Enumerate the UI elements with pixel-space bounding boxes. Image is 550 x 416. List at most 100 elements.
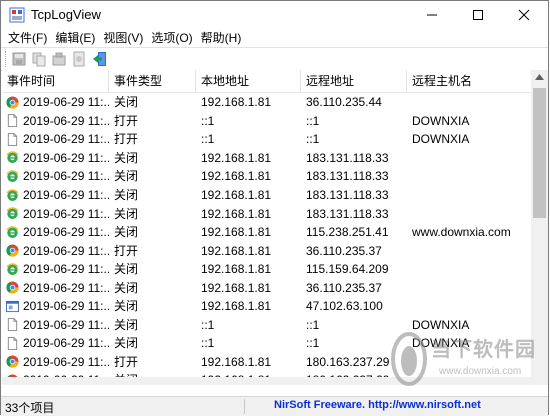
cell-event-type: 关闭 bbox=[114, 169, 139, 184]
cell-event-type: 打开 bbox=[114, 113, 139, 128]
cell-local-address: ::1 bbox=[201, 132, 215, 147]
table-row[interactable]: 2019-06-29 11:... 打开 192.168.1.81 36.110.23… bbox=[2, 241, 535, 260]
minimize-button[interactable] bbox=[409, 1, 455, 29]
cell-remote-address: 115.159.64.209 bbox=[306, 262, 389, 277]
tcplogview-app-icon bbox=[9, 7, 25, 23]
table-row[interactable]: 2019-06-29 11:... 关闭 192.168.1.81 183.131.1… bbox=[2, 204, 535, 223]
cell-local-address: 192.168.1.81 bbox=[201, 150, 272, 165]
event-time-text: 2019-06-29 11:... bbox=[23, 317, 109, 332]
table-row[interactable]: 2019-06-29 11:... 关闭 192.168.1.81 36.110.23… bbox=[2, 278, 535, 297]
cell-remote-address: ::1 bbox=[306, 132, 320, 147]
event-time-text: 2019-06-29 11:... bbox=[23, 95, 109, 110]
cell-remote-address: 183.131.118.33 bbox=[306, 169, 389, 184]
maximize-icon bbox=[473, 10, 483, 20]
menu-edit[interactable]: 编辑(E) bbox=[51, 29, 99, 47]
menu-file[interactable]: 文件(F) bbox=[4, 29, 51, 47]
cell-local-address: 192.168.1.81 bbox=[201, 354, 272, 369]
table-row[interactable]: 2019-06-29 11:... 关闭 192.168.1.81 183.131.1… bbox=[2, 167, 535, 186]
table-row[interactable]: 2019-06-29 11:... 关闭 192.168.1.81 183.131.1… bbox=[2, 149, 535, 168]
cell-event-type: 关闭 bbox=[114, 225, 139, 240]
event-time-text: 2019-06-29 11:... bbox=[23, 188, 109, 202]
status-divider bbox=[244, 399, 245, 414]
menu-view[interactable]: 视图(V) bbox=[99, 29, 147, 47]
watermark-text: 当下软件园 bbox=[431, 339, 536, 361]
toolbar bbox=[1, 47, 548, 71]
column-header-event-type[interactable]: 事件类型 bbox=[109, 70, 196, 92]
cell-event-type: 关闭 bbox=[114, 299, 139, 314]
event-time-text: 2019-06-29 11:... bbox=[23, 280, 109, 295]
cell-local-address: 192.168.1.81 bbox=[201, 206, 272, 221]
vertical-scroll-thumb[interactable] bbox=[533, 88, 546, 218]
maximize-button[interactable] bbox=[455, 1, 501, 29]
column-header-remote-address[interactable]: 远程地址 bbox=[301, 70, 407, 92]
event-time-text: 2019-06-29 11:... bbox=[23, 354, 109, 369]
table-row[interactable]: 2019-06-29 11:... 关闭 192.168.1.81 183.131.1… bbox=[2, 186, 535, 205]
event-time-text: 2019-06-29 11:... bbox=[23, 336, 109, 351]
cell-event-time: 2019-06-29 11:... bbox=[2, 205, 109, 223]
cell-event-time: 2019-06-29 11:... bbox=[2, 167, 109, 185]
event-time-text: 2019-06-29 11:... bbox=[23, 206, 109, 221]
cell-event-time: 2019-06-29 11:... bbox=[2, 93, 109, 111]
table-row[interactable]: 2019-06-29 11:... 关闭 192.168.1.81 115.238.2… bbox=[2, 223, 535, 242]
column-header-local-address[interactable]: 本地地址 bbox=[196, 70, 301, 92]
table-row[interactable]: 2019-06-29 11:... 关闭 192.168.1.81 36.110.23… bbox=[2, 93, 535, 112]
cell-event-type: 关闭 bbox=[114, 336, 139, 351]
cell-remote-address: 183.131.118.33 bbox=[306, 150, 389, 165]
cell-remote-address: 183.131.118.33 bbox=[306, 206, 389, 221]
title-bar[interactable]: TcpLogView bbox=[1, 1, 548, 29]
cell-local-address: 192.168.1.81 bbox=[201, 299, 272, 314]
close-button[interactable] bbox=[501, 1, 547, 29]
cell-remote-host: www.downxia.com bbox=[412, 225, 511, 240]
cell-event-type: 打开 bbox=[114, 243, 139, 258]
cell-event-type: 关闭 bbox=[114, 188, 139, 202]
downxia-logo-icon bbox=[391, 332, 427, 386]
chrome-icon bbox=[6, 355, 19, 368]
table-row[interactable]: 2019-06-29 11:... 打开::1::1 DOWNXIA bbox=[2, 112, 535, 131]
cell-event-time: 2019-06-29 11:... bbox=[2, 297, 109, 315]
table-row[interactable]: 2019-06-29 11:... 打开::1::1 DOWNXIA bbox=[2, 130, 535, 149]
file-icon bbox=[6, 318, 19, 332]
column-header-event-time[interactable]: 事件时间 bbox=[2, 70, 109, 92]
cell-remote-address: ::1 bbox=[306, 113, 320, 128]
properties-icon[interactable] bbox=[51, 51, 67, 67]
menu-options[interactable]: 选项(O) bbox=[147, 29, 196, 47]
cell-local-address: 192.168.1.81 bbox=[201, 243, 272, 258]
chrome-icon bbox=[6, 281, 19, 294]
menu-help[interactable]: 帮助(H) bbox=[197, 29, 246, 47]
column-header-remote-host[interactable]: 远程主机名 bbox=[407, 70, 535, 92]
list-header: 事件时间 事件类型 本地地址 远程地址 远程主机名 bbox=[2, 70, 535, 93]
table-row[interactable]: 2019-06-29 11:... 关闭 192.168.1.81 47.102.63… bbox=[2, 297, 535, 316]
cell-event-time: 2019-06-29 11:... bbox=[2, 130, 109, 148]
cell-event-time: 2019-06-29 11:... bbox=[2, 223, 109, 241]
table-row[interactable]: 2019-06-29 11:... 关闭 192.168.1.81 115.159.6… bbox=[2, 260, 535, 279]
save-icon[interactable] bbox=[11, 51, 27, 67]
cell-event-time: 2019-06-29 11:... bbox=[2, 186, 109, 204]
app-window-icon bbox=[6, 300, 19, 313]
cell-local-address: 192.168.1.81 bbox=[201, 225, 272, 240]
html-report-icon[interactable] bbox=[71, 51, 87, 67]
cell-event-type: 关闭 bbox=[114, 280, 139, 295]
minimize-icon bbox=[427, 14, 437, 16]
exit-icon[interactable] bbox=[92, 51, 108, 67]
scroll-up-icon[interactable] bbox=[535, 74, 544, 80]
cell-event-time: 2019-06-29 11:... bbox=[2, 334, 109, 352]
chrome-icon bbox=[6, 96, 19, 109]
cell-event-time: 2019-06-29 11:... bbox=[2, 260, 109, 278]
nirsoft-link[interactable]: NirSoft Freeware. http://www.nirsoft.net bbox=[274, 399, 481, 411]
cell-local-address: 192.168.1.81 bbox=[201, 262, 272, 277]
cell-event-type: 关闭 bbox=[114, 150, 139, 165]
cell-event-type: 关闭 bbox=[114, 206, 139, 221]
chrome-icon bbox=[6, 244, 19, 257]
toolbar-grip bbox=[5, 51, 8, 67]
ie-icon bbox=[6, 151, 19, 164]
cell-event-time: 2019-06-29 11:... bbox=[2, 149, 109, 167]
ie-icon bbox=[6, 188, 19, 202]
cell-event-time: 2019-06-29 11:... bbox=[2, 353, 109, 371]
menu-bar: 文件(F) 编辑(E) 视图(V) 选项(O) 帮助(H) bbox=[1, 29, 550, 47]
cell-event-time: 2019-06-29 11:... bbox=[2, 316, 109, 334]
cell-local-address: 192.168.1.81 bbox=[201, 169, 272, 184]
ie-icon bbox=[6, 263, 19, 276]
cell-event-type: 关闭 bbox=[114, 95, 139, 110]
app-window: TcpLogView 文件(F) 编辑(E) 视图(V) 选项(O) 帮助(H) bbox=[0, 0, 550, 416]
copy-icon[interactable] bbox=[31, 51, 47, 67]
